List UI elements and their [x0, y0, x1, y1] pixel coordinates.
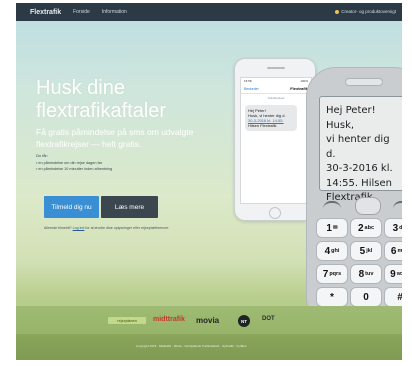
key-main: 4 — [324, 245, 331, 257]
user-icon — [335, 9, 340, 14]
key-6: 6mno — [384, 241, 402, 261]
key-main: * — [330, 291, 334, 303]
key-sub: mno — [397, 248, 402, 254]
login-link-inline[interactable]: Log ind — [73, 226, 85, 230]
login-note: Allerede tilmeldt? Log ind for at ændre … — [44, 226, 239, 231]
partner-logos: rejseplanen midttrafik movia NT DOT — [16, 306, 402, 334]
signup-button[interactable]: Tilmeld dig nu — [44, 196, 99, 218]
nav-link-information[interactable]: Information — [102, 9, 127, 15]
key-main: 5 — [359, 245, 366, 257]
sms-line: 30-3-2016 kl. — [326, 163, 393, 174]
key-main: 1 — [326, 222, 332, 234]
footer-text: Copyright 2016 · Midttrafik · Movia · No… — [136, 344, 247, 348]
key-0: 0 — [350, 287, 382, 307]
contact-name: Flextrafik — [290, 86, 308, 91]
key-5: 5 jkl — [350, 241, 382, 261]
nav-pad-icon — [355, 197, 381, 215]
key-sub: wxyz — [396, 271, 402, 277]
key-sub: def — [399, 225, 402, 231]
status-time: 15:58 — [244, 79, 252, 83]
midttrafik-logo[interactable]: midttrafik — [153, 316, 185, 323]
key-hash: # — [384, 287, 402, 307]
key-sub: abc — [364, 225, 375, 231]
login-link-label: Creator- og produktoversigt — [341, 9, 396, 14]
phone-speaker — [267, 67, 285, 69]
key-2: 2 abc — [350, 218, 382, 238]
phone-nav-row — [307, 195, 402, 219]
phone-earpiece — [345, 78, 383, 86]
key-1: 1 ✉ — [316, 218, 348, 238]
key-main: 2 — [357, 222, 364, 234]
nav-link-forside[interactable]: Forside — [73, 9, 90, 15]
hangup-icon — [393, 201, 402, 209]
status-battery: 100% — [300, 79, 308, 83]
benefits-title: Du får: — [36, 153, 49, 158]
read-more-button[interactable]: Læs mere — [101, 196, 158, 218]
key-9: 9wxyz — [384, 264, 402, 284]
key-7: 7 pqrs — [316, 264, 348, 284]
page: Flextrafik Forside Information Creator- … — [16, 3, 402, 360]
hero-title-line-1: Husk dine — [36, 77, 125, 99]
rejseplanen-logo[interactable]: rejseplanen — [108, 317, 146, 324]
key-main: 3 — [392, 222, 399, 234]
keypad: 1✉ 2abc 3def 4ghi 5jkl 6mno 7pqrs 8tuv 9… — [316, 218, 402, 307]
key-sub: ghi — [331, 248, 340, 254]
dot-logo[interactable]: DOT — [262, 316, 275, 322]
message-header: Beskeder Flextrafik — [241, 84, 311, 94]
message-meta: Tekstbesked — [267, 96, 285, 100]
key-main: 9 — [390, 268, 396, 280]
benefits-list: en påmindelse om din rejse dagen før en … — [36, 160, 112, 172]
key-main: 8 — [358, 268, 365, 280]
login-note-suffix: for at ændre dine oplysninger eller rejs… — [84, 226, 170, 230]
top-nav-bar: Flextrafik Forside Information Creator- … — [16, 3, 402, 21]
key-sub: pqrs — [329, 271, 342, 277]
sms-line: Hej Peter! Husk, — [326, 105, 376, 131]
call-icon — [323, 201, 341, 209]
key-main: 6 — [390, 245, 397, 257]
feature-phone-mockup: Hej Peter! Husk, vi henter dig d. 30-3-2… — [306, 67, 402, 317]
key-main: 7 — [322, 268, 329, 280]
key-sub: tuv — [365, 271, 374, 277]
benefit-item: en påmindelse 10 minutter inden afhentni… — [36, 166, 112, 172]
key-4: 4 ghi — [316, 241, 348, 261]
sms-bubble: Hej Peter! Husk, vi henter dig d. 30-3-2… — [245, 105, 297, 131]
hero-subtitle: Få gratis påmindelse på sms om udvalgte … — [36, 127, 194, 149]
key-sub: ✉ — [332, 225, 338, 231]
home-button-icon — [269, 207, 281, 219]
footer: Copyright 2016 · Midttrafik · Movia · No… — [16, 334, 402, 360]
key-star: * — [316, 287, 348, 307]
smartphone-mockup: 15:58 100% Beskeder Flextrafik Tekstbesk… — [234, 58, 316, 221]
sms-line: 14:55. Hilsen — [326, 177, 392, 189]
movia-logo[interactable]: movia — [196, 316, 219, 325]
hero-title: Husk dine flextrafikaftaler — [36, 77, 166, 123]
sms-line: Hilsen Flextrafik — [248, 123, 277, 128]
feature-phone-screen: Hej Peter! Husk, vi henter dig d. 30-3-2… — [319, 96, 402, 203]
site-logo[interactable]: Flextrafik — [30, 9, 61, 16]
back-link: Beskeder — [244, 86, 259, 91]
smartphone-screen: 15:58 100% Beskeder Flextrafik Tekstbesk… — [240, 77, 312, 204]
key-8: 8 tuv — [350, 264, 382, 284]
nt-logo[interactable]: NT — [238, 315, 250, 327]
key-main: 0 — [363, 291, 369, 303]
hero-title-line-2: flextrafikaftaler — [36, 100, 167, 122]
key-sub: jkl — [366, 248, 373, 254]
sms-line: vi henter dig d. — [326, 134, 390, 160]
key-main: # — [397, 292, 402, 303]
key-3: 3def — [384, 218, 402, 238]
login-note-prefix: Allerede tilmeldt? — [44, 226, 73, 230]
login-link[interactable]: Creator- og produktoversigt — [335, 9, 396, 14]
